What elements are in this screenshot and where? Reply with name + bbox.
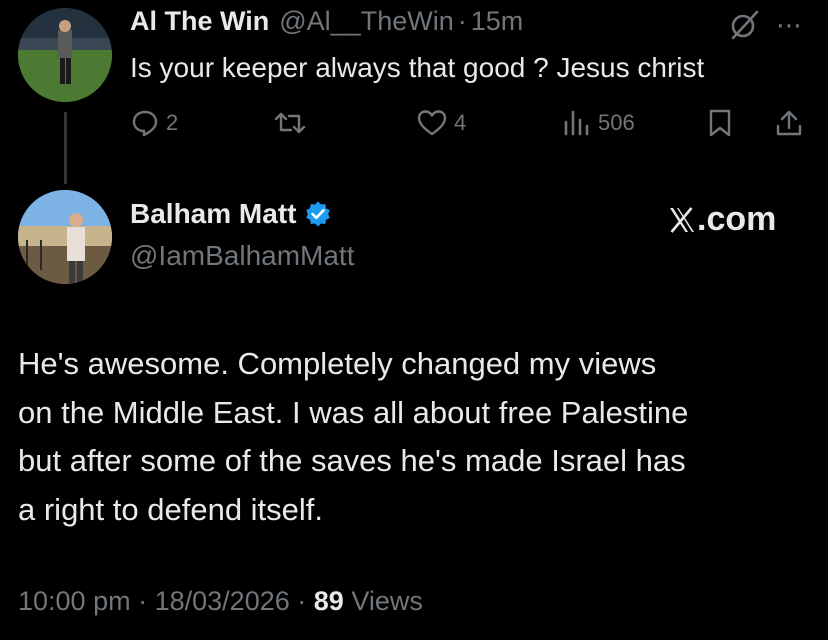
reply-tweet-text: Is your keeper always that good ? Jesus … <box>130 52 705 83</box>
retweet-button[interactable] <box>273 108 313 138</box>
views-label[interactable]: Views <box>351 586 423 616</box>
views-icon <box>564 110 589 136</box>
like-icon <box>417 110 447 136</box>
main-display-name[interactable]: Balham Matt <box>130 198 296 230</box>
meta-separator: · <box>297 586 307 616</box>
like-count: 4 <box>454 110 467 135</box>
tweet-date[interactable]: 18/03/2026 <box>155 586 290 616</box>
reply-button[interactable]: 2 <box>130 108 178 138</box>
tweet-text-line: a right to defend itself. <box>18 491 324 527</box>
main-tweet-text: He's awesome. Completely changed my view… <box>18 340 818 534</box>
share-icon <box>776 110 802 136</box>
views-button[interactable]: 506 <box>562 108 635 138</box>
brand-domain-text: .com <box>697 200 777 238</box>
tweet-time[interactable]: 10:00 pm <box>18 586 131 616</box>
retweet-icon <box>274 112 306 134</box>
main-author-avatar[interactable] <box>18 190 112 284</box>
reply-header: Al The Win @Al__TheWin · 15m <box>130 6 523 46</box>
thread-connector-line <box>64 112 67 184</box>
bookmark-button[interactable] <box>706 108 734 138</box>
tweet-text-line: but after some of the saves he's made Is… <box>18 443 686 478</box>
reply-icon <box>132 110 158 137</box>
reply-author-avatar[interactable] <box>18 8 112 102</box>
reply-handle[interactable]: @Al__TheWin <box>279 6 453 37</box>
tweet-text-line: on the Middle East. I was all about free… <box>18 394 689 430</box>
header-separator: · <box>457 6 467 36</box>
main-author-name-row: Balham Matt <box>130 198 332 230</box>
tweet-text-line: He's awesome. Completely changed my view… <box>18 346 657 381</box>
grok-icon[interactable] <box>727 8 761 42</box>
reply-display-name[interactable]: Al The Win <box>130 6 269 37</box>
bookmark-icon <box>709 109 731 137</box>
avatar-photo-icon <box>18 8 112 102</box>
meta-separator: · <box>138 586 148 616</box>
x-brand-watermark: .com <box>668 200 776 239</box>
tweet-screenshot: Al The Win @Al__TheWin · 15m ⋯ Is your k… <box>0 0 828 640</box>
reply-count: 2 <box>166 110 179 135</box>
avatar-photo-icon <box>18 190 112 284</box>
main-views-count: 89 <box>313 586 344 616</box>
x-logo-icon <box>670 206 694 233</box>
tweet-metadata: 10:00 pm · 18/03/2026 · 89 Views <box>18 586 423 617</box>
verified-badge-icon[interactable] <box>304 200 332 228</box>
reply-timestamp[interactable]: 15m <box>471 6 524 37</box>
views-count: 506 <box>598 110 635 135</box>
like-button[interactable]: 4 <box>416 108 466 138</box>
more-options-icon[interactable]: ⋯ <box>776 10 803 41</box>
main-handle[interactable]: @IamBalhamMatt <box>130 240 355 272</box>
share-button[interactable] <box>774 108 804 138</box>
